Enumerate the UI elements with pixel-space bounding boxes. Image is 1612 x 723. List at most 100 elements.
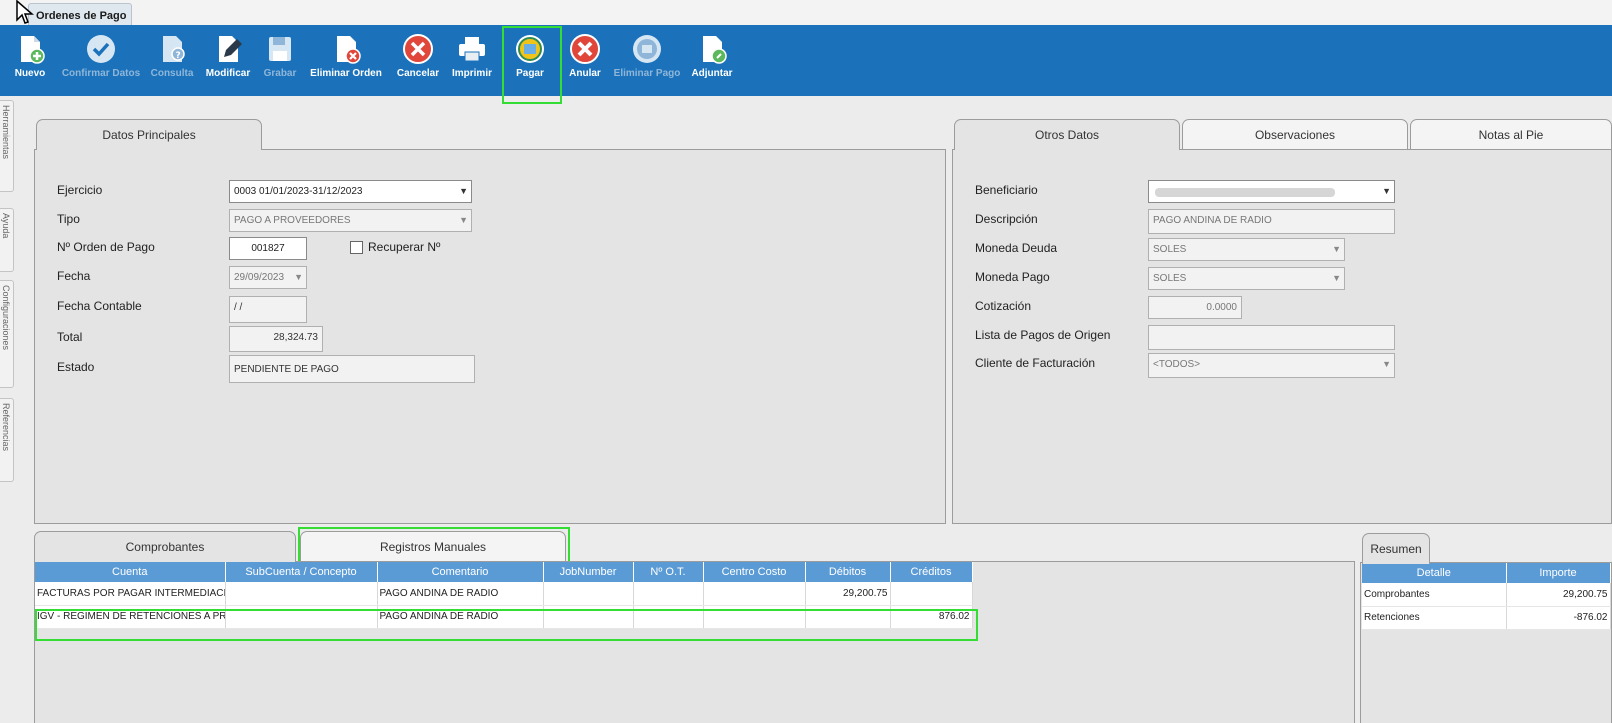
table-cell: -876.02	[1506, 606, 1611, 630]
query-document-icon: ?	[163, 36, 185, 62]
table-row[interactable]: Comprobantes 29,200.75	[1362, 583, 1611, 607]
column-header[interactable]: Cuenta	[35, 562, 226, 582]
table-header-row: Cuenta SubCuenta / Concepto Comentario JobN…	[35, 562, 973, 582]
imprimir-button[interactable]: Imprimir	[448, 31, 496, 91]
delete-payment-icon	[633, 35, 661, 63]
beneficiario-select[interactable]: ▼	[1148, 180, 1395, 203]
tab-otros-datos[interactable]: Otros Datos	[954, 119, 1180, 150]
eliminar-pago-button[interactable]: Eliminar Pago	[612, 31, 682, 91]
orden-de-pago-input[interactable]: 001827	[229, 237, 307, 260]
table-cell: FACTURAS POR PAGAR INTERMEDIACIÓN	[35, 582, 226, 606]
chevron-down-icon: ▼	[1332, 273, 1341, 283]
lista-pagos-origen-label: Lista de Pagos de Origen	[975, 328, 1111, 342]
column-header[interactable]: JobNumber	[543, 562, 634, 582]
table-row[interactable]: IGV - REGIMEN DE RETENCIONES A PROVEEDOR…	[35, 605, 973, 629]
column-header[interactable]: Centro Costo	[703, 562, 806, 582]
column-header[interactable]: Créditos	[890, 562, 973, 582]
attach-document-icon	[703, 36, 727, 64]
table-cell	[543, 582, 634, 606]
moneda-deuda-label: Moneda Deuda	[975, 241, 1058, 255]
table-header-row: Detalle Importe	[1362, 563, 1611, 583]
modificar-button[interactable]: Modificar	[202, 31, 254, 91]
column-header[interactable]: Importe	[1506, 563, 1611, 583]
fecha-input[interactable]: 29/09/2023 ▼	[229, 266, 307, 289]
column-header[interactable]: Débitos	[805, 562, 891, 582]
lista-pagos-origen-input[interactable]	[1148, 325, 1395, 350]
mouse-cursor-icon	[16, 0, 35, 24]
table-row[interactable]: Retenciones -876.02	[1362, 606, 1611, 630]
side-tab-configuraciones[interactable]: Configuraciones	[0, 280, 14, 388]
anular-button[interactable]: Anular	[562, 31, 608, 91]
save-disk-icon	[269, 37, 291, 61]
table-cell: Retenciones	[1362, 606, 1507, 630]
adjuntar-button[interactable]: Adjuntar	[686, 31, 738, 91]
check-circle-icon	[87, 35, 115, 63]
tab-datos-principales[interactable]: Datos Principales	[36, 119, 262, 150]
otros-datos-panel: Beneficiario ▼ Descripción PAGO ANDINA D…	[952, 149, 1612, 524]
cotizacion-input[interactable]: 0.0000	[1148, 296, 1242, 319]
nuevo-button[interactable]: Nuevo	[8, 31, 52, 91]
table-cell: 29,200.75	[1506, 583, 1611, 607]
table-cell	[633, 582, 704, 606]
tab-notas-al-pie[interactable]: Notas al Pie	[1410, 119, 1612, 149]
datos-principales-panel: Ejercicio 0003 01/01/2023-31/12/2023 ▼ Ti…	[34, 149, 946, 524]
estado-label: Estado	[57, 360, 95, 374]
total-label: Total	[57, 330, 83, 344]
moneda-pago-select[interactable]: SOLES ▼	[1148, 267, 1345, 290]
beneficiario-label: Beneficiario	[975, 183, 1038, 197]
side-tab-herramientas[interactable]: Herramientas	[0, 100, 14, 192]
recuperar-checkbox[interactable]	[350, 241, 363, 254]
moneda-deuda-select[interactable]: SOLES ▼	[1148, 238, 1345, 261]
cliente-facturacion-select[interactable]: <TODOS> ▼	[1148, 353, 1395, 378]
side-tabs: Herramientas Ayuda Configuraciones Refer…	[0, 98, 16, 723]
ejercicio-select[interactable]: 0003 01/01/2023-31/12/2023 ▼	[229, 180, 472, 203]
cliente-facturacion-label: Cliente de Facturación	[975, 356, 1096, 370]
chevron-down-icon: ▼	[459, 215, 468, 225]
chevron-down-icon: ▼	[1332, 244, 1341, 254]
side-tab-ayuda[interactable]: Ayuda	[0, 208, 14, 272]
pagar-highlight	[502, 26, 562, 104]
table-cell: IGV - REGIMEN DE RETENCIONES A PROVEEDOR…	[35, 605, 226, 629]
tab-comprobantes[interactable]: Comprobantes	[34, 531, 296, 562]
cancelar-button[interactable]: Cancelar	[392, 31, 444, 91]
table-cell: 29,200.75	[805, 582, 891, 606]
consulta-button[interactable]: ? Consulta	[148, 31, 196, 91]
tipo-select[interactable]: PAGO A PROVEEDORES ▼	[229, 209, 472, 232]
edit-document-icon	[219, 36, 242, 62]
resumen-table: Detalle Importe Comprobantes 29,200.75 Rete…	[1362, 563, 1611, 630]
detalle-table: Cuenta SubCuenta / Concepto Comentario JobN…	[35, 562, 973, 629]
svg-text:?: ?	[176, 51, 181, 61]
total-value: 28,324.73	[229, 326, 323, 352]
tab-registros-manuales[interactable]: Registros Manuales	[300, 531, 566, 561]
table-cell: Comprobantes	[1362, 583, 1507, 607]
tipo-label: Tipo	[57, 212, 80, 226]
descripcion-input[interactable]: PAGO ANDINA DE RADIO	[1148, 209, 1395, 234]
fecha-label: Fecha	[57, 269, 91, 283]
moneda-pago-label: Moneda Pago	[975, 270, 1050, 284]
confirmar-datos-button[interactable]: Confirmar Datos	[56, 31, 146, 91]
tab-observaciones[interactable]: Observaciones	[1182, 119, 1408, 149]
delete-document-icon	[337, 36, 361, 64]
tab-resumen[interactable]: Resumen	[1362, 533, 1430, 564]
window-tab-ordenes-de-pago[interactable]: Ordenes de Pago	[28, 3, 132, 25]
table-row[interactable]: FACTURAS POR PAGAR INTERMEDIACIÓN PAGO AN…	[35, 582, 973, 606]
eliminar-orden-button[interactable]: Eliminar Orden	[310, 31, 382, 91]
table-cell: 876.02	[890, 605, 973, 629]
column-header[interactable]: SubCuenta / Concepto	[225, 562, 378, 582]
side-tab-referencias[interactable]: Referencias	[0, 398, 14, 482]
column-header[interactable]: Comentario	[377, 562, 544, 582]
new-document-icon	[21, 36, 45, 64]
toolbar: Nuevo Confirmar Datos ? Consulta Modific…	[0, 25, 1612, 96]
fecha-contable-input[interactable]: / /	[229, 296, 307, 323]
estado-value: PENDIENTE DE PAGO	[229, 355, 475, 383]
orden-de-pago-label: Nº Orden de Pago	[57, 240, 155, 254]
column-header[interactable]: Detalle	[1362, 563, 1507, 583]
chevron-down-icon: ▼	[1382, 359, 1391, 369]
table-cell	[703, 605, 806, 629]
table-cell	[703, 582, 806, 606]
chevron-down-icon: ▼	[294, 272, 303, 282]
chevron-down-icon: ▼	[1382, 186, 1391, 196]
column-header[interactable]: Nº O.T.	[633, 562, 704, 582]
grabar-button[interactable]: Grabar	[258, 31, 302, 91]
recuperar-label: Recuperar Nº	[368, 240, 441, 254]
